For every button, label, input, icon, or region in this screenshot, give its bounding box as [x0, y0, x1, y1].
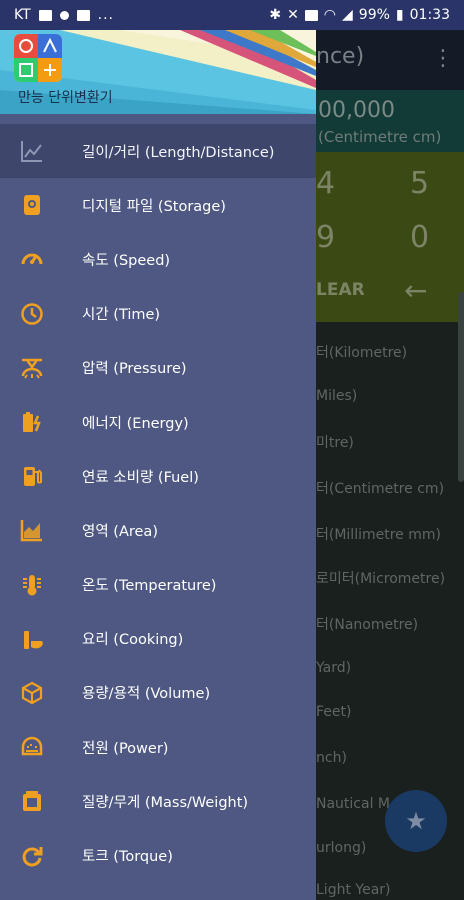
scrollbar[interactable]	[458, 292, 464, 482]
unit-row[interactable]: Nautical M	[316, 796, 390, 812]
app-notification-icon	[59, 10, 69, 20]
unit-row[interactable]: 터(Nanometre)	[316, 614, 418, 634]
menu-item-cooking[interactable]: 요리 (Cooking)	[0, 612, 316, 666]
area-chart-icon	[20, 518, 44, 542]
toolbar-title: nce)	[316, 44, 365, 69]
menu-item-label: 연료 소비량 (Fuel)	[82, 469, 199, 486]
clock-time: 01:33	[409, 7, 450, 23]
unit-row[interactable]: Light Year)	[316, 882, 391, 898]
menu-item-label: 속도 (Speed)	[82, 252, 171, 269]
star-icon: ★	[405, 807, 427, 835]
unit-row[interactable]: 터(Kilometre)	[316, 342, 407, 362]
menu-item-label: 전원 (Power)	[82, 740, 169, 757]
menu-item-length[interactable]: 길이/거리 (Length/Distance)	[0, 124, 316, 179]
key-5[interactable]: 5	[410, 166, 429, 201]
menu-item-label: 에너지 (Energy)	[82, 415, 189, 432]
torque-icon	[20, 844, 44, 868]
clear-button[interactable]: LEAR	[316, 280, 365, 300]
menu-item-label: 요리 (Cooking)	[82, 632, 184, 649]
key-9[interactable]: 9	[316, 220, 335, 255]
app-logo-icon	[14, 34, 62, 82]
key-0[interactable]: 0	[410, 220, 429, 255]
navigation-drawer: 만능 단위변환기 길이/거리 (Length/Distance) 디지털 파일 …	[0, 30, 316, 900]
signal-icon: ◢	[342, 7, 353, 23]
menu-item-label: 영역 (Area)	[82, 523, 158, 540]
menu-item-area[interactable]: 영역 (Area)	[0, 503, 316, 557]
thermometer-icon	[20, 573, 44, 597]
cube-icon	[20, 681, 44, 705]
unit-row[interactable]: Yard)	[316, 660, 351, 676]
unit-row[interactable]: 터(Millimetre mm)	[316, 524, 441, 544]
notification-icon	[76, 9, 90, 21]
clock-icon	[20, 302, 44, 326]
mute-icon: ✕	[287, 7, 299, 23]
favorite-fab-button[interactable]: ★	[385, 790, 447, 852]
display-value: 00,000	[318, 98, 395, 123]
menu-item-label: 압력 (Pressure)	[82, 361, 187, 378]
pressure-icon	[20, 356, 44, 380]
drawer-menu: 길이/거리 (Length/Distance) 디지털 파일 (Storage)…	[0, 124, 316, 883]
status-bar: KT ... ✱ ✕ ◠ ◢ 99% ▮ 01:33	[0, 0, 464, 30]
fuel-pump-icon	[20, 464, 44, 488]
app-name: 만능 단위변환기	[18, 90, 113, 106]
menu-item-energy[interactable]: 에너지 (Energy)	[0, 395, 316, 449]
cooking-icon	[20, 627, 44, 651]
nfc-icon	[304, 9, 318, 21]
more-vert-icon[interactable]: ⋮	[432, 46, 454, 71]
unit-row[interactable]: Feet)	[316, 704, 351, 720]
bluetooth-icon: ✱	[269, 7, 282, 23]
menu-item-speed[interactable]: 속도 (Speed)	[0, 232, 316, 286]
battery-charging-icon	[20, 410, 44, 434]
menu-item-pressure[interactable]: 압력 (Pressure)	[0, 341, 316, 395]
drawer-header: 만능 단위변환기	[0, 30, 316, 114]
menu-item-label: 토크 (Torque)	[82, 849, 173, 866]
unit-row[interactable]: nch)	[316, 750, 347, 766]
menu-item-mass[interactable]: 질량/무게 (Mass/Weight)	[0, 774, 316, 828]
menu-item-label: 온도 (Temperature)	[82, 578, 217, 595]
menu-item-fuel[interactable]: 연료 소비량 (Fuel)	[0, 449, 316, 503]
menu-item-label: 길이/거리 (Length/Distance)	[82, 144, 275, 161]
battery-icon: ▮	[395, 7, 404, 23]
speedometer-icon	[20, 247, 44, 271]
menu-item-label: 질량/무게 (Mass/Weight)	[82, 794, 249, 811]
key-4[interactable]: 4	[316, 166, 335, 201]
menu-item-power[interactable]: 전원 (Power)	[0, 720, 316, 774]
carrier-label: KT	[14, 7, 31, 23]
menu-item-temperature[interactable]: 온도 (Temperature)	[0, 558, 316, 612]
menu-item-label: 용량/용적 (Volume)	[82, 686, 211, 703]
unit-row[interactable]: Miles)	[316, 388, 357, 404]
unit-row[interactable]: 로미터(Micrometre)	[316, 568, 445, 588]
more-notifications-indicator: ...	[97, 7, 115, 23]
menu-item-volume[interactable]: 용량/용적 (Volume)	[0, 666, 316, 720]
menu-item-storage[interactable]: 디지털 파일 (Storage)	[0, 178, 316, 232]
menu-item-label: 시간 (Time)	[82, 307, 161, 324]
menu-item-torque[interactable]: 토크 (Torque)	[0, 828, 316, 882]
unit-row[interactable]: urlong)	[316, 840, 366, 856]
menu-item-label: 디지털 파일 (Storage)	[82, 198, 226, 215]
battery-percent: 99%	[358, 7, 390, 23]
menu-item-time[interactable]: 시간 (Time)	[0, 287, 316, 341]
wifi-icon: ◠	[323, 7, 337, 23]
weight-icon	[20, 789, 44, 813]
unit-row[interactable]: 미tre)	[316, 432, 354, 452]
unit-row[interactable]: 터(Centimetre cm)	[316, 478, 444, 498]
gallery-icon	[38, 9, 52, 21]
power-gauge-icon	[20, 735, 44, 759]
line-chart-icon	[20, 139, 44, 163]
backspace-icon[interactable]: ←	[404, 274, 427, 307]
display-unit: (Centimetre cm)	[318, 128, 442, 146]
storage-icon	[20, 193, 44, 217]
